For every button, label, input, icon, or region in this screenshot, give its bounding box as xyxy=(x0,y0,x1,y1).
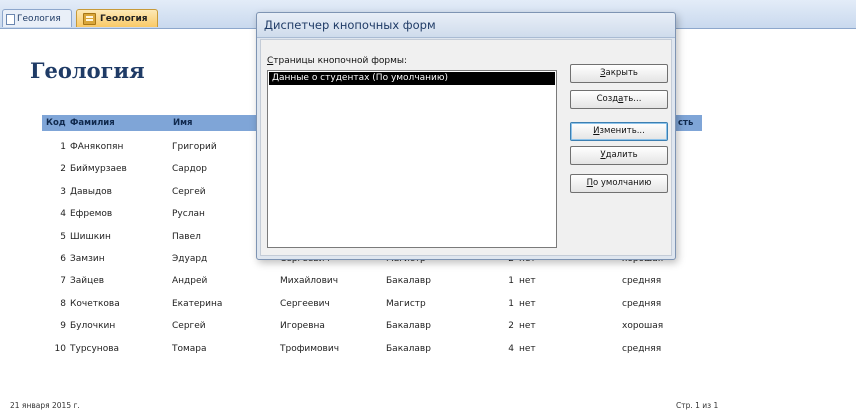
cell-quality: средняя xyxy=(622,276,662,287)
cell-degree: Бакалавр xyxy=(386,276,431,287)
create-button[interactable]: Создать... xyxy=(570,90,668,109)
dialog-titlebar[interactable]: Диспетчер кнопочных форм xyxy=(257,13,675,38)
cell-degree: Бакалавр xyxy=(386,343,431,354)
cell-patronymic: Михайлович xyxy=(280,276,339,287)
cell-name: Руслан xyxy=(172,209,205,220)
tab-geology-report[interactable]: Геология xyxy=(76,9,158,27)
cell-name: Григорий xyxy=(172,142,217,152)
cell-flag: нет xyxy=(519,321,536,332)
cell-name: Павел xyxy=(172,231,201,242)
switchboard-pages-list[interactable]: Данные о студентах (По умолчанию) xyxy=(267,70,557,248)
report-title: Геология xyxy=(30,58,145,83)
cell-name: Андрей xyxy=(172,276,208,287)
delete-button[interactable]: Удалить xyxy=(570,146,668,165)
cell-id: 10 xyxy=(54,343,66,354)
cell-degree: Магистр xyxy=(386,298,426,309)
cell-id: 2 xyxy=(60,164,66,175)
cell-id: 1 xyxy=(60,142,66,152)
column-header-surname: Фамилия xyxy=(68,115,170,131)
column-header-quality: сть xyxy=(676,115,700,131)
cell-surname: Турсунова xyxy=(70,343,120,354)
cell-id: 5 xyxy=(60,231,66,242)
tab-label: Геология xyxy=(17,14,61,24)
cell-surname: ФАнякопян xyxy=(70,142,124,152)
cell-quality: средняя xyxy=(622,343,662,354)
dialog-title: Диспетчер кнопочных форм xyxy=(264,18,436,32)
set-default-button[interactable]: По умолчанию xyxy=(570,174,668,193)
cell-surname: Ефремов xyxy=(70,209,113,220)
cell-surname: Булочкин xyxy=(70,321,116,332)
cell-id: 4 xyxy=(60,209,66,220)
cell-flag: нет xyxy=(519,298,536,309)
document-icon xyxy=(6,14,15,25)
switchboard-pages-label: Страницы кнопочной формы: xyxy=(267,56,408,66)
column-header-name: Имя xyxy=(170,115,262,131)
cell-name: Сардор xyxy=(172,164,207,175)
cell-patronymic: Игоревна xyxy=(280,321,325,332)
cell-course: 1 xyxy=(508,276,514,287)
cell-course: 2 xyxy=(508,321,514,332)
page-number: Стр. 1 из 1 xyxy=(676,401,719,410)
report-date: 21 января 2015 г. xyxy=(10,401,80,410)
cell-course: 1 xyxy=(508,298,514,309)
cell-name: Томара xyxy=(172,343,207,354)
cell-degree: Бакалавр xyxy=(386,321,431,332)
cell-surname: Кочеткова xyxy=(70,298,120,309)
cell-surname: Зайцев xyxy=(70,276,105,287)
cell-quality: средняя xyxy=(622,298,662,309)
cell-id: 6 xyxy=(60,254,66,264)
switchboard-manager-dialog: Диспетчер кнопочных форм Страницы кнопоч… xyxy=(256,12,676,260)
dialog-body: Страницы кнопочной формы: Данные о студе… xyxy=(260,39,672,256)
cell-name: Екатерина xyxy=(172,298,223,309)
cell-id: 9 xyxy=(60,321,66,332)
cell-surname: Замзин xyxy=(70,254,105,264)
cell-id: 3 xyxy=(60,186,66,197)
cell-flag: нет xyxy=(519,343,536,354)
cell-patronymic: Сергеевич xyxy=(280,298,330,309)
cell-course: 4 xyxy=(508,343,514,354)
cell-surname: Шишкин xyxy=(70,231,111,242)
form-icon xyxy=(83,13,96,25)
edit-button[interactable]: Изменить... xyxy=(570,122,668,141)
cell-name: Эдуард xyxy=(172,254,208,264)
cell-surname: Биймурзаев xyxy=(70,164,127,175)
list-item[interactable]: Данные о студентах (По умолчанию) xyxy=(269,72,555,85)
close-button[interactable]: Закрыть xyxy=(570,64,668,83)
cell-quality: хорошая xyxy=(622,321,664,332)
cell-id: 8 xyxy=(60,298,66,309)
cell-patronymic: Трофимович xyxy=(280,343,340,354)
column-header-id: Код xyxy=(42,115,68,131)
cell-name: Сергей xyxy=(172,321,206,332)
tab-label: Геология xyxy=(100,14,148,24)
tab-geology-table[interactable]: Геология xyxy=(2,9,72,27)
cell-name: Сергей xyxy=(172,186,206,197)
cell-surname: Давыдов xyxy=(70,186,112,197)
cell-id: 7 xyxy=(60,276,66,287)
cell-flag: нет xyxy=(519,276,536,287)
